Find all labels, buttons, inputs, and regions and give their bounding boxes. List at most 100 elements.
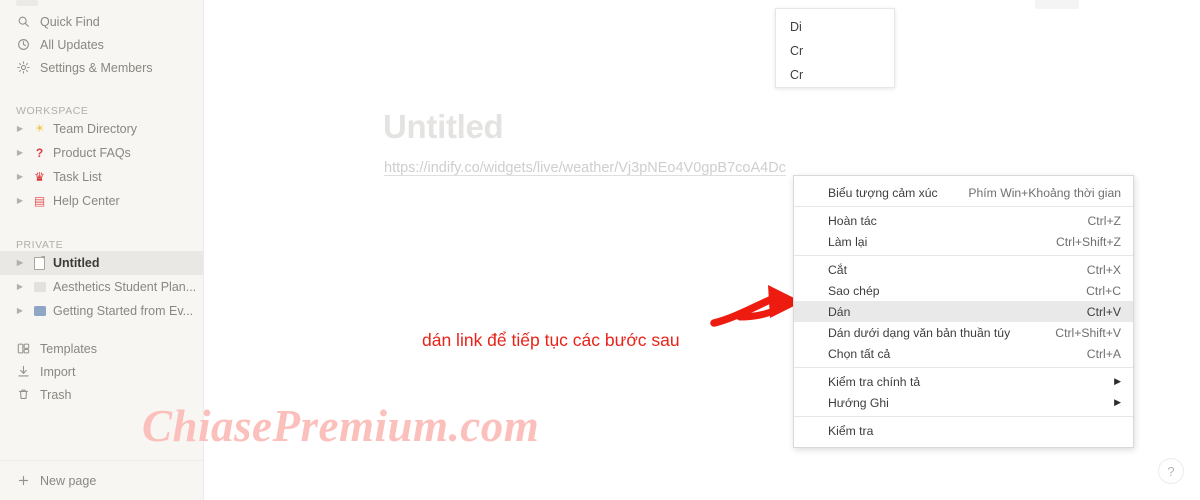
context-menu-item-paste[interactable]: Dán Ctrl+V	[794, 301, 1133, 322]
search-icon	[16, 15, 30, 29]
context-menu-item-label: Chọn tất cả	[828, 346, 891, 361]
context-menu-item-label: Sao chép	[828, 283, 880, 298]
chevron-right-icon[interactable]: ▶	[14, 307, 26, 315]
context-menu: Biểu tượng cảm xúc Phím Win+Khoảng thời …	[793, 175, 1134, 448]
context-menu-item-copy[interactable]: Sao chép Ctrl+C	[794, 280, 1133, 301]
background-menu-item[interactable]: Cr	[776, 39, 894, 63]
context-menu-item-shortcut: Ctrl+X	[1086, 262, 1121, 277]
context-menu-group: Kiểm tra chính tả ▶ Hướng Ghi ▶	[794, 368, 1133, 416]
sidebar-item-label: Settings & Members	[40, 60, 153, 75]
context-menu-item-undo[interactable]: Hoàn tác Ctrl+Z	[794, 210, 1133, 231]
context-menu-item-label: Kiểm tra	[828, 423, 874, 438]
chevron-right-icon[interactable]: ▶	[14, 149, 26, 157]
chevron-right-icon[interactable]: ▶	[14, 259, 26, 267]
sidebar-item-all-updates[interactable]: All Updates	[0, 33, 203, 56]
sidebar-page-label: Product FAQs	[53, 146, 131, 160]
context-menu-item-shortcut: Ctrl+V	[1086, 304, 1121, 319]
sidebar-page-label: Task List	[53, 170, 102, 184]
sidebar-workspace-list: ▶ ☀ Team Directory ▶ ? Product FAQs ▶ ♛ …	[0, 117, 203, 213]
sidebar-section-private: PRIVATE	[16, 239, 64, 251]
sidebar-item-templates[interactable]: Templates	[0, 337, 203, 360]
context-menu-item-shortcut: Ctrl+Z	[1087, 213, 1121, 228]
submenu-arrow-icon: ▶	[1114, 397, 1121, 407]
sidebar-top-stub	[0, 0, 203, 10]
context-menu-item-label: Cắt	[828, 262, 847, 277]
sidebar-section-workspace: WORKSPACE	[16, 105, 89, 117]
context-menu-group: Cắt Ctrl+X Sao chép Ctrl+C Dán Ctrl+V Dá…	[794, 256, 1133, 367]
workspace-switcher-stub[interactable]	[16, 0, 38, 6]
sidebar-page-team-directory[interactable]: ▶ ☀ Team Directory	[0, 117, 203, 141]
submenu-arrow-icon: ▶	[1114, 376, 1121, 386]
sidebar-item-quick-find[interactable]: Quick Find	[0, 10, 203, 33]
book-emoji-icon: ▤	[33, 194, 46, 208]
sidebar-page-help-center[interactable]: ▶ ▤ Help Center	[0, 189, 203, 213]
context-menu-item-label: Dán	[828, 304, 851, 319]
background-menu: Di Cr Cr	[775, 8, 895, 88]
sidebar-item-label: All Updates	[40, 37, 104, 52]
context-menu-item-label: Hoàn tác	[828, 213, 877, 228]
new-page-button[interactable]: New page	[0, 469, 108, 492]
chevron-right-icon[interactable]: ▶	[14, 125, 26, 133]
annotation-text: dán link để tiếp tục các bước sau	[422, 330, 680, 350]
sidebar-item-import[interactable]: Import	[0, 360, 203, 383]
sidebar-page-product-faqs[interactable]: ▶ ? Product FAQs	[0, 141, 203, 165]
sidebar-item-label: Templates	[40, 341, 97, 356]
topbar-ghost-element	[1035, 0, 1079, 9]
sidebar-footer: New page	[0, 460, 203, 500]
context-menu-item-shortcut: Phím Win+Khoảng thời gian	[968, 185, 1121, 200]
gear-icon	[16, 61, 30, 75]
chevron-right-icon[interactable]: ▶	[14, 173, 26, 181]
sidebar-private-list: ▶ Untitled ▶ Aesthetics Student Plan... …	[0, 251, 203, 323]
sidebar-page-getting-started-from-evernote[interactable]: ▶ Getting Started from Ev...	[0, 299, 203, 323]
page-thumb-icon	[32, 282, 47, 292]
question-emoji-icon: ?	[35, 146, 44, 160]
new-page-label: New page	[40, 473, 97, 488]
pasted-url-link[interactable]: https://indify.co/widgets/live/weather/V…	[384, 160, 786, 176]
context-menu-item-emoji[interactable]: Biểu tượng cảm xúc Phím Win+Khoảng thời …	[794, 182, 1133, 203]
sidebar-page-label: Untitled	[53, 256, 100, 270]
document-icon	[32, 256, 47, 270]
context-menu-item-writing-direction[interactable]: Hướng Ghi ▶	[794, 392, 1133, 413]
watermark-text: ChiasePremium.com	[142, 401, 540, 451]
import-icon	[16, 365, 30, 379]
notion-window: Quick Find All Updates Settings & Member…	[0, 0, 1200, 500]
sidebar-page-aesthetics-student-plan[interactable]: ▶ Aesthetics Student Plan...	[0, 275, 203, 299]
background-menu-item[interactable]: Cr	[776, 63, 894, 87]
clock-icon	[16, 38, 30, 52]
context-menu-item-inspect[interactable]: Kiểm tra	[794, 420, 1133, 441]
plus-icon	[16, 474, 30, 488]
context-menu-item-spell-check[interactable]: Kiểm tra chính tả ▶	[794, 371, 1133, 392]
help-button[interactable]: ?	[1158, 458, 1184, 484]
context-menu-group: Hoàn tác Ctrl+Z Làm lại Ctrl+Shift+Z	[794, 207, 1133, 255]
sidebar-page-label: Getting Started from Ev...	[53, 304, 194, 318]
page-title[interactable]: Untitled	[383, 108, 504, 146]
sidebar-page-label: Team Directory	[53, 122, 138, 136]
sun-emoji-icon: ☀	[34, 122, 45, 135]
sidebar-top-items: Quick Find All Updates Settings & Member…	[0, 10, 203, 79]
page-content-area: Untitled https://indify.co/widgets/live/…	[142, 0, 1200, 500]
templates-icon	[16, 342, 30, 356]
chevron-right-icon[interactable]: ▶	[14, 197, 26, 205]
background-menu-item[interactable]: Di	[776, 15, 894, 39]
context-menu-group: Kiểm tra	[794, 417, 1133, 444]
context-menu-item-shortcut: Ctrl+C	[1086, 283, 1121, 298]
sidebar-item-settings-members[interactable]: Settings & Members	[0, 56, 203, 79]
sidebar-page-label: Help Center	[53, 194, 120, 208]
trash-icon	[16, 388, 30, 402]
sidebar-item-label: Trash	[40, 387, 72, 402]
page-thumb-icon	[32, 306, 47, 316]
context-menu-item-cut[interactable]: Cắt Ctrl+X	[794, 259, 1133, 280]
context-menu-item-paste-as-plain-text[interactable]: Dán dưới dạng văn bản thuần túy Ctrl+Shi…	[794, 322, 1133, 343]
context-menu-item-label: Biểu tượng cảm xúc	[828, 185, 938, 200]
sidebar-item-label: Quick Find	[40, 14, 100, 29]
context-menu-item-shortcut: Ctrl+Shift+Z	[1055, 234, 1121, 249]
crown-emoji-icon: ♛	[34, 170, 45, 184]
context-menu-item-shortcut: Ctrl+Shift+V	[1055, 325, 1121, 340]
context-menu-item-redo[interactable]: Làm lại Ctrl+Shift+Z	[794, 231, 1133, 252]
chevron-right-icon[interactable]: ▶	[14, 283, 26, 291]
sidebar-page-untitled[interactable]: ▶ Untitled	[0, 251, 203, 275]
context-menu-item-select-all[interactable]: Chọn tất cả Ctrl+A	[794, 343, 1133, 364]
sidebar-page-task-list[interactable]: ▶ ♛ Task List	[0, 165, 203, 189]
